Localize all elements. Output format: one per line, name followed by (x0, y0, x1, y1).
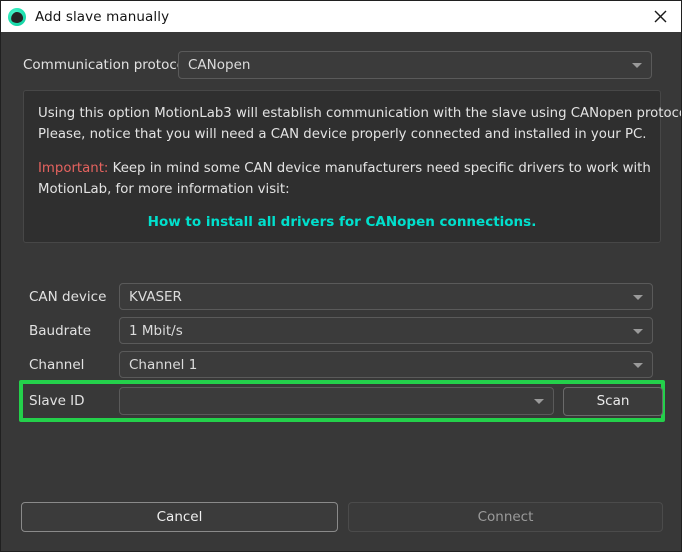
baudrate-value: 1 Mbit/s (120, 323, 183, 339)
window-title: Add slave manually (35, 9, 169, 25)
motionlab-droplet-icon (8, 8, 26, 26)
chevron-down-icon (633, 363, 643, 368)
channel-value: Channel 1 (120, 357, 197, 373)
add-slave-dialog: Add slave manually Communication protoco… (0, 0, 682, 552)
slave-id-label: Slave ID (29, 393, 119, 409)
info-line-1: Using this option MotionLab3 will establ… (38, 103, 646, 124)
chevron-down-icon (633, 329, 643, 334)
slave-id-select[interactable] (119, 387, 554, 415)
connect-button[interactable]: Connect (348, 502, 663, 532)
close-button[interactable] (637, 1, 682, 32)
channel-label: Channel (29, 357, 119, 373)
dialog-body: Communication protocol CANopen Using thi… (1, 32, 682, 552)
can-device-value: KVASER (120, 289, 182, 305)
baudrate-select[interactable]: 1 Mbit/s (119, 317, 653, 344)
info-line-3: Important: Keep in mind some CAN device … (38, 158, 646, 179)
info-panel: Using this option MotionLab3 will establ… (23, 90, 661, 243)
info-line-2: Please, notice that you will need a CAN … (38, 124, 646, 145)
info-line-3-text: Keep in mind some CAN device manufacture… (108, 161, 650, 176)
important-label: Important: (38, 161, 108, 176)
communication-protocol-value: CANopen (179, 57, 250, 73)
baudrate-label: Baudrate (29, 323, 119, 339)
info-line-4: MotionLab, for more information visit: (38, 179, 646, 200)
chevron-down-icon (632, 63, 642, 68)
can-device-row: CAN device KVASER (1, 283, 682, 310)
window-titlebar: Add slave manually (1, 1, 682, 32)
info-spacer (38, 145, 646, 158)
can-device-label: CAN device (29, 289, 119, 305)
can-device-select[interactable]: KVASER (119, 283, 653, 310)
driver-install-link[interactable]: How to install all drivers for CANopen c… (38, 214, 646, 230)
communication-protocol-row: Communication protocol CANopen (1, 49, 682, 81)
cancel-button[interactable]: Cancel (21, 502, 338, 532)
communication-protocol-label: Communication protocol (23, 57, 178, 73)
channel-select[interactable]: Channel 1 (119, 351, 653, 378)
close-icon (654, 10, 667, 23)
dialog-footer: Cancel Connect (1, 502, 682, 552)
slave-id-row: Slave ID Scan (1, 387, 682, 415)
channel-row: Channel Channel 1 (1, 351, 682, 378)
communication-protocol-select[interactable]: CANopen (178, 51, 652, 79)
chevron-down-icon (633, 295, 643, 300)
baudrate-row: Baudrate 1 Mbit/s (1, 317, 682, 344)
scan-button[interactable]: Scan (563, 387, 663, 416)
chevron-down-icon (534, 399, 544, 404)
